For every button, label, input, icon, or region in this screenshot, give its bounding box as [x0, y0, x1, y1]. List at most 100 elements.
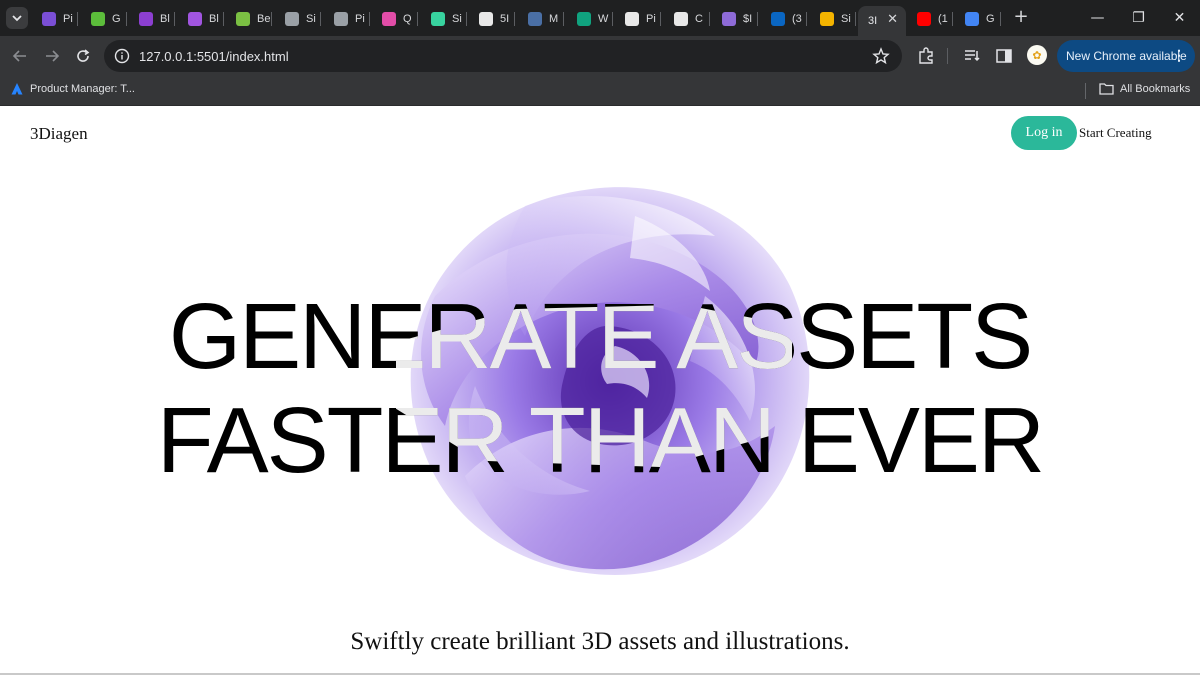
toolbar-divider: [947, 48, 948, 64]
browser-tab[interactable]: G: [81, 6, 127, 32]
browser-tab[interactable]: 3I ✕: [858, 6, 906, 36]
browser-tab[interactable]: (1: [907, 6, 953, 32]
tab-label: Q: [403, 13, 412, 25]
forward-arrow-icon: [46, 50, 60, 62]
purple-cube-icon: [188, 12, 202, 26]
hero-line-1: GENERATE ASSETS: [168, 284, 1033, 388]
circle-icon: [334, 12, 348, 26]
tab-separator: [855, 12, 856, 26]
new-chrome-available-button[interactable]: New Chrome available ⋮: [1057, 40, 1195, 72]
tab-label: 5I: [500, 13, 510, 25]
browser-tab[interactable]: Pi: [324, 6, 370, 32]
tab-separator: [369, 12, 370, 26]
minimize-icon: —: [1090, 10, 1105, 26]
start-creating-link[interactable]: Start Creating: [1079, 125, 1152, 141]
close-window-button[interactable]: ✕: [1157, 4, 1200, 32]
reload-button[interactable]: [71, 44, 95, 68]
browser-tab[interactable]: Q: [372, 6, 418, 32]
url-text[interactable]: 127.0.0.1:5501/index.html: [139, 49, 289, 64]
tab-separator: [223, 12, 224, 26]
browser-tab[interactable]: C: [664, 6, 710, 32]
tab-label: G: [986, 13, 995, 25]
reading-list-icon[interactable]: [962, 46, 982, 66]
google-icon: [965, 12, 979, 26]
close-tab-icon[interactable]: ✕: [887, 12, 898, 27]
all-bookmarks-label: All Bookmarks: [1120, 82, 1191, 95]
tab-label: (3: [792, 13, 802, 25]
tab-label: $I: [743, 13, 753, 25]
browser-tab[interactable]: 5I: [469, 6, 515, 32]
brand-logo[interactable]: 3Diagen: [30, 124, 88, 144]
browser-tab[interactable]: (3: [761, 6, 807, 32]
hero-heading: GENERATE ASSETS FASTER THAN EVER: [0, 284, 1200, 492]
youtube-icon: [917, 12, 931, 26]
address-bar[interactable]: 127.0.0.1:5501/index.html: [104, 40, 902, 72]
browser-tab[interactable]: Bl: [129, 6, 175, 32]
tab-separator: [126, 12, 127, 26]
purple-cube-icon: [42, 12, 56, 26]
browser-tab[interactable]: Si: [421, 6, 467, 32]
tab-separator: [757, 12, 758, 26]
tab-strip: Pi G Bl Bl Be Si Pi Q Si 5I M W Pi C $I (3 Si 3I ✕ (1 G + — …: [0, 0, 1200, 36]
bookmark-item[interactable]: Product Manager: T...: [10, 82, 135, 96]
tab-separator: [174, 12, 175, 26]
bars-circle-icon: [674, 12, 688, 26]
browser-tab[interactable]: G: [955, 6, 1001, 32]
browser-tab[interactable]: Bl: [178, 6, 224, 32]
more-menu-icon[interactable]: ⋮: [1172, 47, 1186, 64]
side-panel-icon[interactable]: [994, 46, 1014, 66]
tab-separator: [806, 12, 807, 26]
restore-icon: ❐: [1132, 10, 1145, 26]
profile-avatar[interactable]: ✿: [1027, 45, 1047, 65]
restore-button[interactable]: ❐: [1116, 4, 1161, 32]
tab-separator: [320, 12, 321, 26]
forward-button[interactable]: [40, 44, 64, 68]
browser-tab[interactable]: Pi: [32, 6, 78, 32]
all-bookmarks-button[interactable]: All Bookmarks: [1099, 82, 1190, 95]
browser-toolbar: 127.0.0.1:5501/index.html ✿ New Chrome a…: [0, 36, 1200, 76]
tab-label: 3I: [868, 15, 878, 27]
minimize-button[interactable]: —: [1075, 4, 1120, 32]
site-info-icon[interactable]: [114, 48, 130, 64]
tab-separator: [660, 12, 661, 26]
tab-label: Si: [306, 13, 316, 25]
pc-icon: [236, 12, 250, 26]
tab-label: Si: [452, 13, 462, 25]
browser-tab[interactable]: M: [518, 6, 564, 32]
tab-separator: [709, 12, 710, 26]
back-arrow-icon: [12, 50, 26, 62]
extensions-icon[interactable]: [916, 46, 936, 66]
tab-label: C: [695, 13, 703, 25]
bookmark-label: Product Manager: T...: [30, 83, 135, 95]
browser-tab[interactable]: Pi: [615, 6, 661, 32]
browser-tab[interactable]: $I: [712, 6, 758, 32]
browser-tab[interactable]: Be: [226, 6, 272, 32]
login-button[interactable]: Log in: [1011, 116, 1077, 150]
bar-chart-icon: [91, 12, 105, 26]
tab-label: Bl: [160, 13, 170, 25]
tab-label: G: [112, 13, 121, 25]
browser-tab[interactable]: Si: [275, 6, 321, 32]
tab-search-button[interactable]: [6, 7, 28, 29]
tab-separator: [952, 12, 953, 26]
colorful-s-icon: [820, 12, 834, 26]
new-tab-button[interactable]: +: [1011, 6, 1031, 28]
github-icon: [625, 12, 639, 26]
linkedin-icon: [771, 12, 785, 26]
browser-tab[interactable]: Si: [810, 6, 856, 32]
tab-separator: [514, 12, 515, 26]
tab-separator: [612, 12, 613, 26]
tab-label: Si: [841, 13, 851, 25]
openai-icon: [577, 12, 591, 26]
chevron-down-icon: [12, 15, 22, 22]
back-button[interactable]: [8, 44, 32, 68]
tab-separator: [417, 12, 418, 26]
reload-icon: [77, 49, 90, 62]
tab-separator: [563, 12, 564, 26]
tab-label: Pi: [355, 13, 365, 25]
atlassian-icon: [11, 83, 23, 95]
bookmark-star-icon[interactable]: [872, 47, 890, 65]
hero-line-2: FASTER THAN EVER: [156, 388, 1045, 492]
tab-label: Pi: [646, 13, 656, 25]
browser-tab[interactable]: W: [567, 6, 613, 32]
